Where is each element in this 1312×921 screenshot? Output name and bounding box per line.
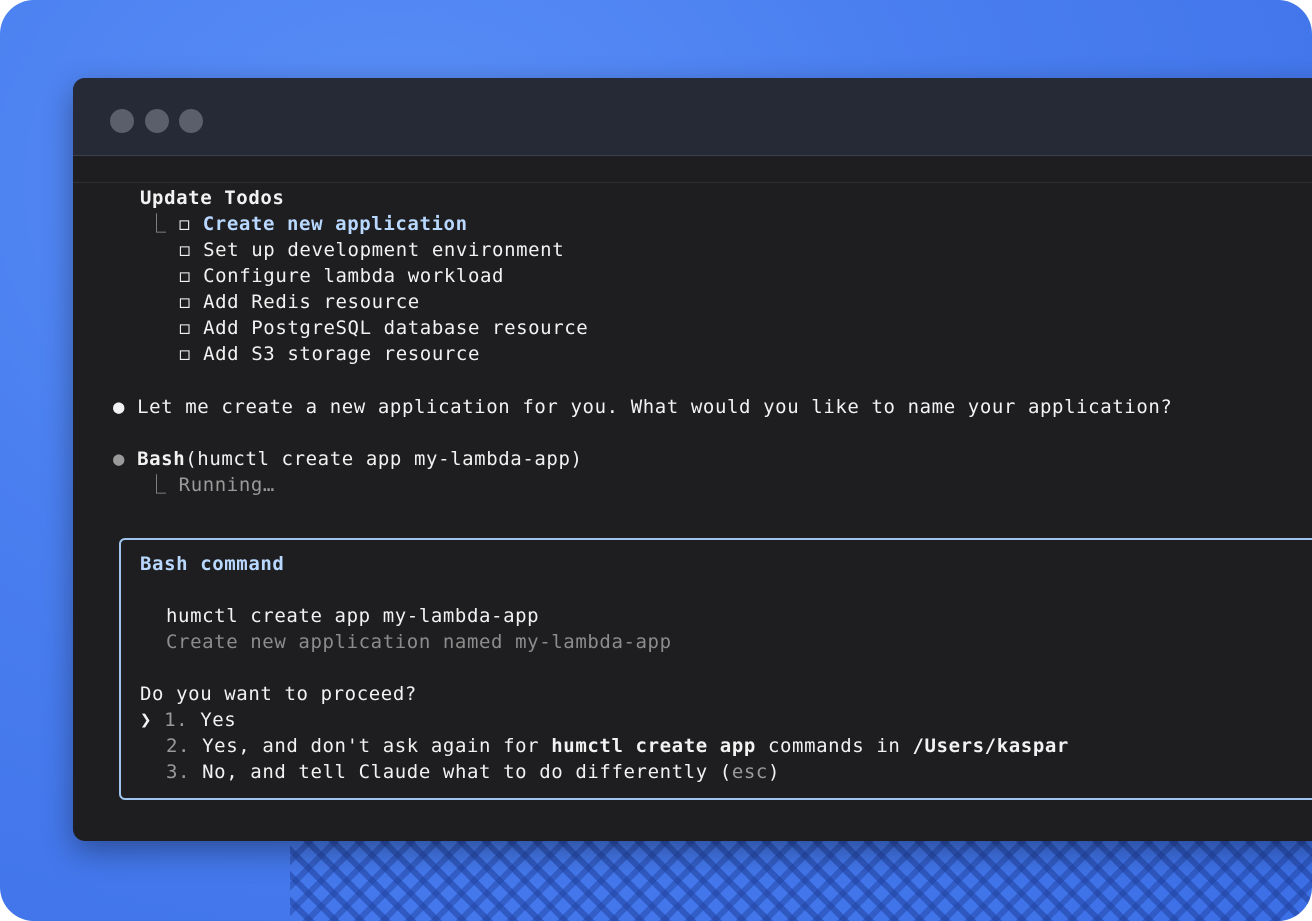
option-path: /Users/kaspar — [912, 735, 1069, 757]
checkbox-icon: ◻ — [179, 239, 192, 261]
tool-status-line: ⎿ Running… — [147, 472, 275, 498]
prompt-question: Do you want to proceed? — [140, 683, 417, 705]
terminal-content: Update Todos ⎿ ◻ Create new application … — [73, 78, 1312, 841]
option-text: Yes, and don't ask again for — [202, 735, 552, 757]
tree-branch-icon: ⎿ — [147, 213, 167, 235]
todo-label: Add PostgreSQL database resource — [203, 317, 589, 339]
tree-branch-icon: ⎿ — [147, 474, 167, 496]
option-text: Yes — [200, 709, 237, 731]
todo-item: ⎿ ◻ Create new application — [147, 211, 468, 237]
checkbox-icon: ◻ — [179, 317, 192, 339]
checkbox-icon: ◻ — [179, 343, 192, 365]
assistant-message: ● Let me create a new application for yo… — [113, 394, 1172, 420]
prompt-command: humctl create app my-lambda-app — [166, 605, 540, 627]
option-number: 1. — [164, 709, 189, 731]
terminal-window: Update Todos ⎿ ◻ Create new application … — [73, 78, 1312, 841]
todo-label: Configure lambda workload — [203, 265, 505, 287]
checkbox-icon: ◻ — [179, 265, 192, 287]
todo-item: ◻ Add S3 storage resource — [179, 341, 480, 367]
checkbox-icon: ◻ — [179, 291, 192, 313]
tool-status: Running… — [178, 474, 275, 496]
bullet-icon: ● — [113, 396, 126, 418]
tool-args: (humctl create app my-lambda-app) — [185, 448, 583, 470]
selector-icon: ❯ — [140, 709, 153, 731]
option-no[interactable]: 3. No, and tell Claude what to do differ… — [166, 759, 780, 785]
todo-item: ◻ Configure lambda workload — [179, 263, 504, 289]
option-text-post: ) — [767, 761, 781, 783]
option-yes[interactable]: ❯ 1. Yes — [140, 707, 236, 733]
option-text-mid: commands in — [755, 735, 913, 757]
todo-item: ◻ Add Redis resource — [179, 289, 420, 315]
option-yes-dont-ask[interactable]: 2. Yes, and don't ask again for humctl c… — [166, 733, 1069, 759]
todo-label: Add Redis resource — [203, 291, 420, 313]
option-key: esc — [731, 761, 768, 783]
option-number: 3. — [166, 761, 191, 783]
prompt-description: Create new application named my-lambda-a… — [166, 631, 672, 653]
option-command: humctl create app — [551, 735, 756, 757]
option-number: 2. — [166, 735, 191, 757]
todos-heading: Update Todos — [140, 187, 285, 209]
assistant-message-text: Let me create a new application for you.… — [137, 396, 1173, 418]
todo-label: Add S3 storage resource — [203, 343, 480, 365]
tool-call-line: ● Bash(humctl create app my-lambda-app) — [113, 446, 583, 472]
todo-label: Create new application — [202, 213, 468, 235]
todo-item: ◻ Add PostgreSQL database resource — [179, 315, 588, 341]
todo-item: ◻ Set up development environment — [179, 237, 564, 263]
tool-name: Bash — [137, 448, 186, 470]
prompt-title: Bash command — [140, 553, 285, 575]
bullet-icon: ● — [113, 448, 126, 470]
todo-label: Set up development environment — [203, 239, 565, 261]
option-text: No, and tell Claude what to do different… — [202, 761, 732, 783]
checkbox-icon: ◻ — [178, 213, 191, 235]
